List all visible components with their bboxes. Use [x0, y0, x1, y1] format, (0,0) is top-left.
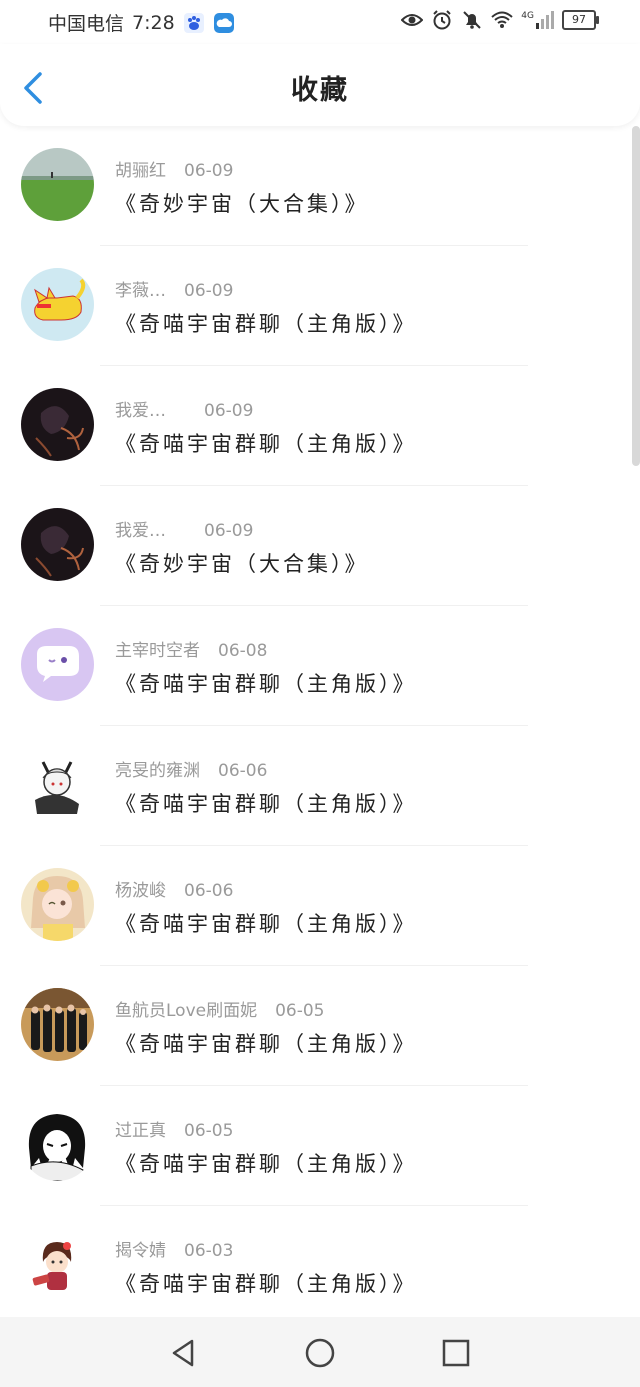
page-title: 收藏 [291, 75, 349, 106]
item-content: 《奇喵宇宙群聊（主角版）》 [115, 672, 417, 696]
item-meta: 我爱… 06-09 [115, 396, 253, 421]
item-content: 《奇喵宇宙群聊（主角版）》 [115, 912, 417, 936]
alarm-icon [433, 10, 452, 30]
username: 杨波峻 [115, 881, 166, 901]
baidu-icon [183, 12, 204, 33]
username: 亮旻的雍渊 [115, 761, 200, 781]
list-item[interactable]: 胡骊红 06-09 《奇妙宇宙（大合集）》 [0, 126, 628, 246]
list-item[interactable]: 主宰时空者 06-08 《奇喵宇宙群聊（主角版）》 [0, 606, 628, 726]
girl-avatar [21, 868, 94, 941]
home-circle-icon[interactable] [304, 1337, 336, 1369]
item-meta: 胡骊红 06-09 [115, 156, 233, 181]
username: 李薇… [115, 281, 166, 301]
item-date: 06-06 [184, 881, 234, 901]
wifi-icon [491, 11, 513, 28]
item-meta: 鱼航员Love刷面妮 06-05 [115, 996, 325, 1021]
item-date: 06-09 [184, 281, 234, 301]
back-triangle-icon[interactable] [168, 1337, 200, 1369]
item-date: 06-06 [218, 761, 268, 781]
list-item[interactable]: 我爱… 06-09 《奇喵宇宙群聊（主角版）》 [0, 366, 628, 486]
chibi-avatar [21, 1228, 94, 1301]
item-content: 《奇喵宇宙群聊（主角版）》 [115, 432, 417, 456]
list-item[interactable]: 揭令婧 06-03 《奇喵宇宙群聊（主角版）》 [0, 1206, 628, 1326]
carrier-label: 中国电信 [48, 13, 125, 35]
list-item[interactable]: 我爱… 06-09 《奇妙宇宙（大合集）》 [0, 486, 628, 606]
battery-indicator: 97 [562, 10, 599, 30]
item-meta: 亮旻的雍渊 06-06 [115, 756, 267, 781]
list-item[interactable]: 杨波峻 06-06 《奇喵宇宙群聊（主角版）》 [0, 846, 628, 966]
item-meta: 过正真 06-05 [115, 1116, 233, 1141]
username: 胡骊红 [115, 161, 166, 181]
list-item[interactable]: 过正真 06-05 《奇喵宇宙群聊（主角版）》 [0, 1086, 628, 1206]
item-content: 《奇喵宇宙群聊（主角版）》 [115, 1152, 417, 1176]
anime-avatar [21, 748, 94, 821]
landscape-avatar [21, 148, 94, 221]
favorites-list: 胡骊红 06-09 《奇妙宇宙（大合集）》 李薇… 06-09 《奇喵宇宙群聊（主角… [0, 126, 628, 1326]
item-meta: 杨波峻 06-06 [115, 876, 233, 901]
recents-square-icon[interactable] [440, 1337, 472, 1369]
item-date: 06-09 [204, 521, 254, 541]
username: 我爱… [115, 401, 166, 421]
item-meta: 主宰时空者 06-08 [115, 636, 267, 661]
username: 鱼航员Love刷面妮 [115, 1001, 258, 1021]
system-nav-bar [0, 1317, 640, 1387]
manga-avatar [21, 1108, 94, 1181]
eye-icon [401, 14, 424, 26]
item-date: 06-03 [184, 1241, 234, 1261]
group-photo-avatar [21, 988, 94, 1061]
item-date: 06-05 [275, 1001, 325, 1021]
item-date: 06-09 [204, 401, 254, 421]
username: 我爱… [115, 521, 166, 541]
list-item[interactable]: 李薇… 06-09 《奇喵宇宙群聊（主角版）》 [0, 246, 628, 366]
app-header: 收藏 [0, 44, 640, 126]
item-content: 《奇喵宇宙群聊（主角版）》 [115, 1032, 417, 1056]
item-content: 《奇喵宇宙群聊（主角版）》 [115, 792, 417, 816]
dark-art-avatar [21, 508, 94, 581]
list-item[interactable]: 亮旻的雍渊 06-06 《奇喵宇宙群聊（主角版）》 [0, 726, 628, 846]
item-meta: 揭令婧 06-03 [115, 1236, 233, 1261]
item-date: 06-08 [218, 641, 268, 661]
username: 主宰时空者 [115, 641, 200, 661]
item-content: 《奇喵宇宙群聊（主角版）》 [115, 1272, 417, 1296]
chat-bubble-avatar [21, 628, 94, 701]
item-meta: 我爱… 06-09 [115, 516, 253, 541]
list-item[interactable]: 鱼航员Love刷面妮 06-05 《奇喵宇宙群聊（主角版）》 [0, 966, 628, 1086]
status-bar: 中国电信 7:28 4G 97 [0, 0, 640, 44]
signal-icon: 4G [521, 11, 554, 29]
item-date: 06-05 [184, 1121, 234, 1141]
dark-art-avatar [21, 388, 94, 461]
username: 揭令婧 [115, 1241, 166, 1261]
scrollbar[interactable] [632, 126, 640, 466]
clock: 7:28 [132, 11, 175, 34]
mute-bell-icon [463, 11, 482, 29]
network-type: 4G [521, 11, 534, 21]
item-content: 《奇妙宇宙（大合集）》 [115, 552, 369, 576]
cat-avatar [21, 268, 94, 341]
cloud-app-icon [213, 12, 234, 33]
username: 过正真 [115, 1121, 166, 1141]
item-meta: 李薇… 06-09 [115, 276, 233, 301]
item-content: 《奇喵宇宙群聊（主角版）》 [115, 312, 417, 336]
item-date: 06-09 [184, 161, 234, 181]
item-content: 《奇妙宇宙（大合集）》 [115, 192, 369, 216]
